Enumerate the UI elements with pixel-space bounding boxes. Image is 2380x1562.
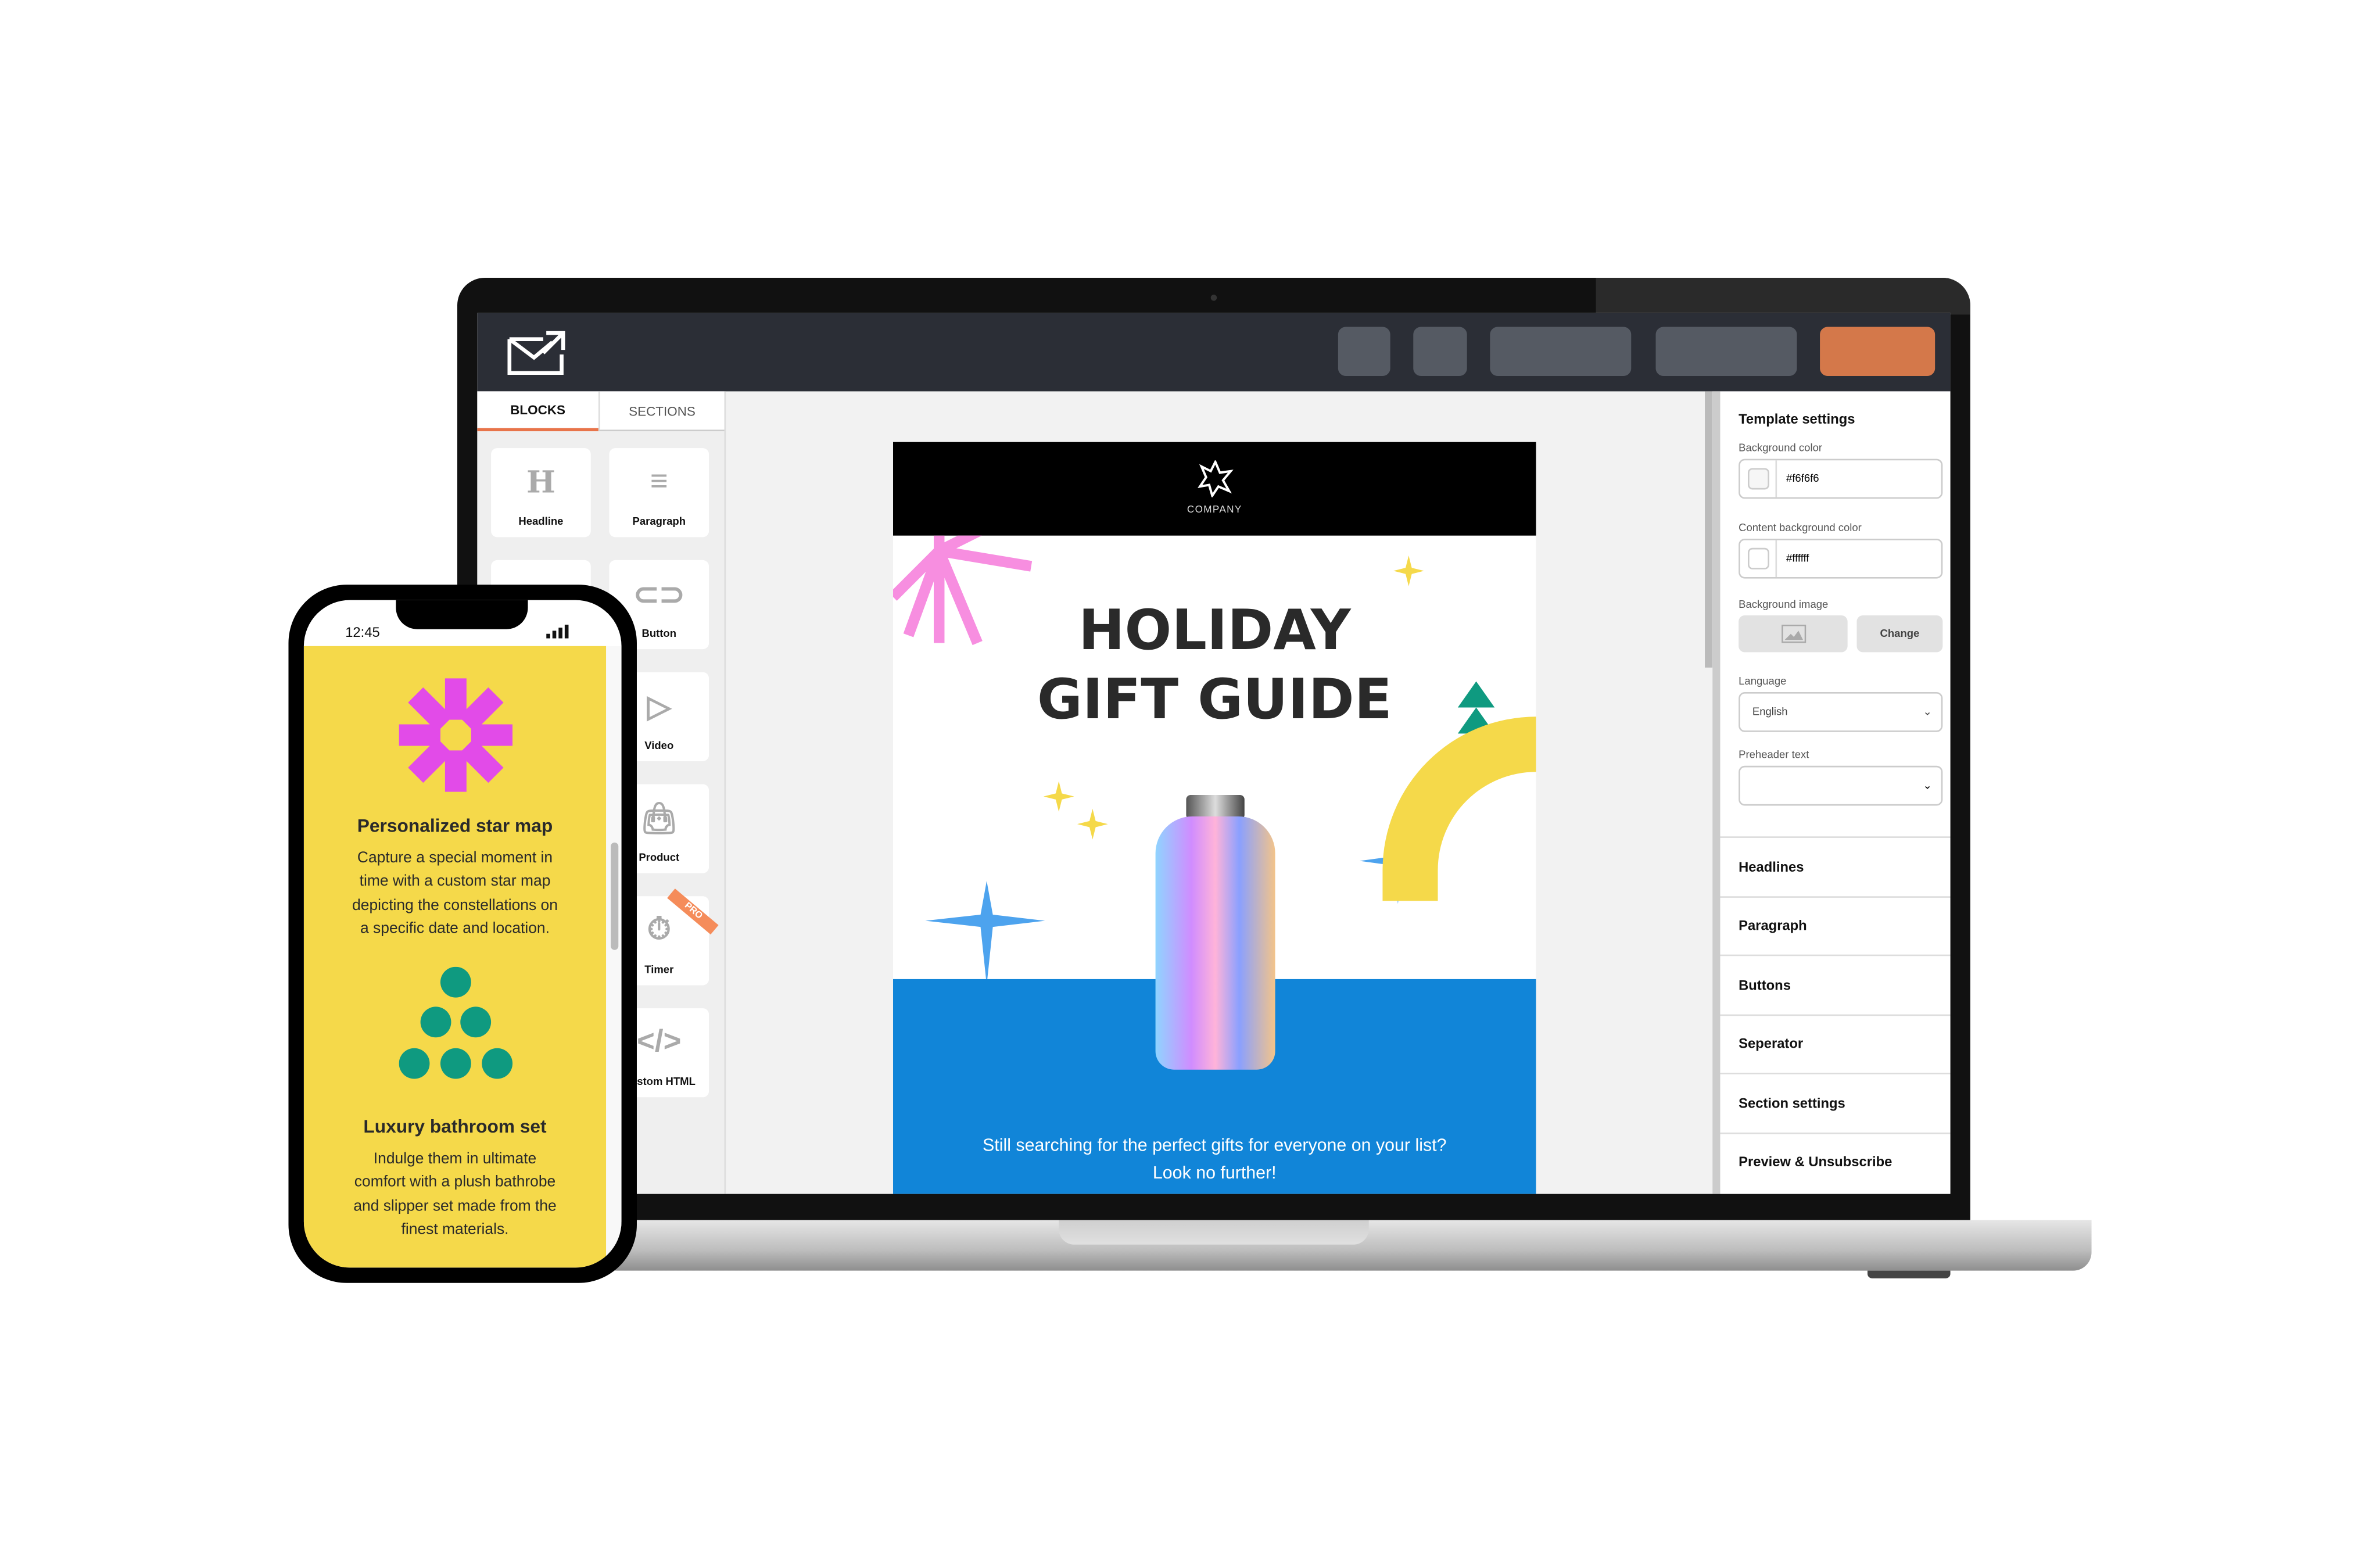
- phone-screen: 12:45 Personalized star map Capture a sp…: [303, 600, 622, 1268]
- video-icon: ▷: [647, 690, 671, 724]
- pro-badge: PRO: [667, 889, 719, 935]
- toolbar-button-1[interactable]: [1338, 327, 1390, 377]
- language-label: Language: [1739, 676, 1787, 688]
- item1-description: Capture a special moment in time with a c…: [352, 850, 558, 938]
- change-image-button[interactable]: Change: [1856, 615, 1943, 653]
- magenta-asterisk-icon: [399, 678, 513, 792]
- sparkle-icon: [1043, 781, 1108, 840]
- settings-section-headlines[interactable]: Headlines: [1720, 836, 1951, 894]
- language-select[interactable]: English ⌄: [1739, 692, 1943, 732]
- bg-image-thumbnail[interactable]: [1739, 615, 1848, 653]
- heading-icon: H: [526, 463, 555, 500]
- company-name: COMPANY: [1187, 504, 1242, 516]
- settings-section-paragraph[interactable]: Paragraph: [1720, 895, 1951, 954]
- settings-panel: Template settings Background color #f6f6…: [1712, 391, 1951, 1194]
- paragraph-icon: ≡: [650, 464, 668, 498]
- phone-email-content: Personalized star map Capture a special …: [303, 646, 607, 1268]
- color-swatch[interactable]: [1747, 547, 1769, 569]
- email-title-line2: GIFT GUIDE: [1037, 669, 1392, 732]
- toolbar-button-4[interactable]: [1655, 327, 1797, 377]
- water-bottle-image: [1155, 794, 1275, 1070]
- shopping-bag-icon: 👜︎: [639, 801, 679, 836]
- camera: [1210, 295, 1217, 301]
- code-icon: </>: [637, 1024, 682, 1058]
- phone-scrollbar[interactable]: [611, 842, 619, 950]
- content-bg-field[interactable]: #ffffff: [1739, 538, 1943, 579]
- language-value: English: [1752, 707, 1788, 718]
- company-logo-icon: [1197, 460, 1234, 497]
- email-body-line1: Still searching for the perfect gifts fo…: [983, 1137, 1447, 1156]
- item2-description: Indulge them in ultimate comfort with a p…: [353, 1151, 557, 1238]
- chevron-down-icon: ⌄: [1923, 707, 1932, 718]
- block-paragraph[interactable]: ≡ Paragraph: [609, 448, 709, 538]
- email-preview: COMPANY HOLIDAY GIFT GUIDE Still searchi…: [893, 442, 1536, 1194]
- stopwatch-icon: ⏱︎: [647, 912, 671, 947]
- button-icon: ⊂⊃: [633, 578, 685, 612]
- settings-section-preview-unsubscribe[interactable]: Preview & Unsubscribe: [1720, 1131, 1951, 1190]
- primary-action-button[interactable]: [1820, 327, 1935, 377]
- email-body-line2: Look no further!: [1152, 1165, 1277, 1184]
- bg-image-label: Background image: [1739, 600, 1829, 611]
- preheader-label: Preheader text: [1739, 750, 1809, 761]
- email-header: COMPANY: [893, 442, 1536, 536]
- block-label: Button: [641, 629, 677, 640]
- bg-color-field[interactable]: #f6f6f6: [1739, 458, 1943, 499]
- settings-title: Template settings: [1739, 411, 1855, 427]
- chevron-down-icon: ⌄: [1923, 781, 1932, 792]
- teal-dots-icon: [399, 966, 513, 1079]
- item1-title: Personalized star map: [357, 815, 553, 837]
- phone-notch: [396, 600, 528, 629]
- content-bg-value: #ffffff: [1786, 553, 1809, 564]
- canvas-scrollbar[interactable]: [1705, 391, 1713, 668]
- item2-title: Luxury bathroom set: [363, 1115, 547, 1137]
- block-label: Product: [639, 853, 680, 864]
- email-title-line1: HOLIDAY: [1078, 600, 1351, 663]
- yellow-ring-icon: [1382, 716, 1536, 901]
- settings-section-buttons[interactable]: Buttons: [1720, 954, 1951, 1013]
- top-bar: [477, 313, 1951, 392]
- phone-frame: 12:45 Personalized star map Capture a sp…: [288, 585, 637, 1283]
- block-label: Headline: [518, 517, 564, 528]
- settings-section-seperator[interactable]: Seperator: [1720, 1013, 1951, 1072]
- blue-star-icon: [925, 880, 1045, 981]
- envelope-arrow-icon[interactable]: [506, 327, 568, 377]
- preheader-select[interactable]: ⌄: [1739, 765, 1943, 806]
- sparkle-icon: [1393, 556, 1424, 586]
- bg-color-value: #f6f6f6: [1786, 473, 1819, 485]
- laptop-bezel-highlight: [1596, 278, 1970, 315]
- block-headline[interactable]: H Headline: [491, 448, 591, 538]
- content-bg-label: Content background color: [1739, 523, 1862, 535]
- toolbar-button-2[interactable]: [1413, 327, 1467, 377]
- block-label: Video: [644, 741, 674, 753]
- bg-color-label: Background color: [1739, 443, 1823, 454]
- tab-blocks[interactable]: BLOCKS: [477, 391, 598, 432]
- block-label: Timer: [644, 965, 674, 976]
- phone-scroll-track: [606, 646, 622, 1268]
- laptop-notch: [1059, 1220, 1369, 1245]
- image-icon: [1780, 624, 1806, 643]
- color-swatch[interactable]: [1747, 468, 1769, 490]
- laptop-foot: [1867, 1270, 1951, 1278]
- editor-screen: BLOCKS SECTIONS HHeadline≡Paragraph▭⊂⊃Bu…: [477, 313, 1951, 1194]
- block-label: Paragraph: [632, 517, 686, 528]
- status-time: 12:45: [345, 624, 380, 640]
- tab-sections[interactable]: SECTIONS: [598, 391, 725, 432]
- settings-section-section-settings[interactable]: Section settings: [1720, 1072, 1951, 1131]
- signal-icon: [546, 624, 569, 639]
- toolbar-button-3[interactable]: [1490, 327, 1632, 377]
